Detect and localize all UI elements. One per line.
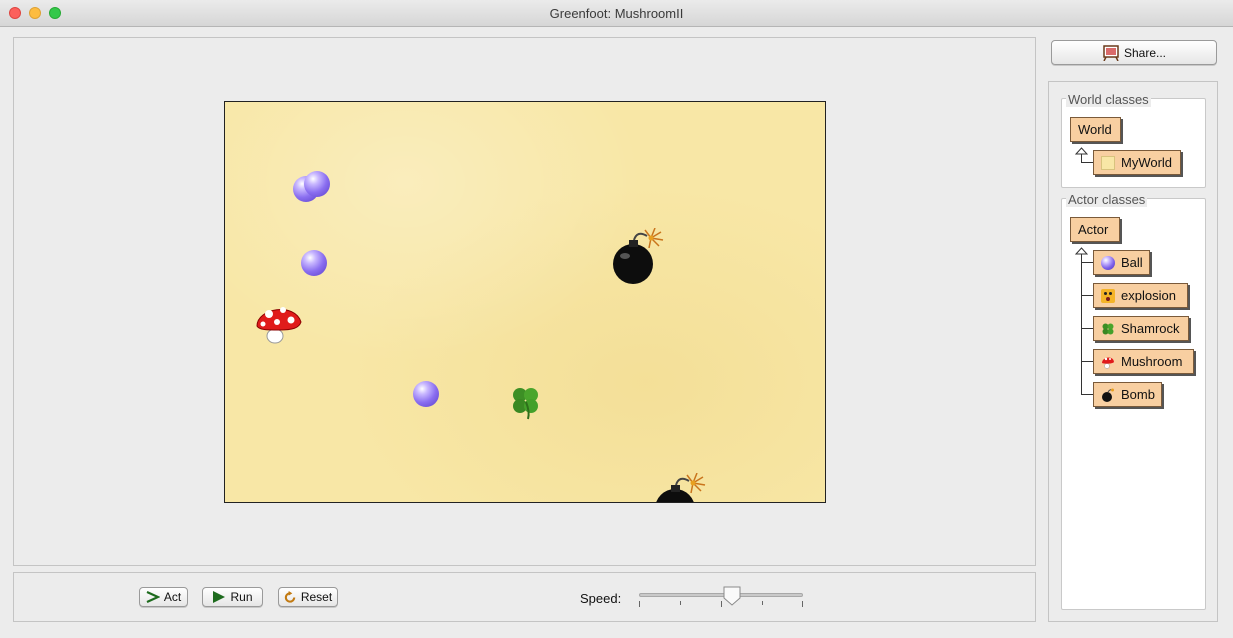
speed-slider-tick [680,601,681,605]
class-myworld-label: MyWorld [1121,155,1173,170]
class-mushroom[interactable]: Mushroom [1093,349,1194,374]
bomb-actor[interactable] [611,228,667,286]
class-explosion-label: explosion [1121,288,1176,303]
reset-label: Reset [300,590,333,604]
class-ball[interactable]: Ball [1093,250,1150,275]
share-icon [1103,44,1119,61]
world-classes-heading: World classes [1066,92,1151,107]
class-mushroom-label: Mushroom [1121,354,1183,369]
class-bomb[interactable]: Bomb [1093,382,1162,407]
speed-slider-tick [721,601,722,607]
share-label: Share... [1123,45,1167,60]
window-title: Greenfoot: MushroomII [549,6,684,21]
ball-actor[interactable] [304,171,330,197]
act-icon [146,591,160,603]
speed-slider-tick [639,601,640,607]
class-shamrock-label: Shamrock [1121,321,1180,336]
title-bar: Greenfoot: MushroomII [0,0,1233,27]
inheritance-line [1081,394,1093,395]
class-explosion[interactable]: explosion [1093,283,1188,308]
act-button[interactable]: Act [139,587,188,607]
class-ball-label: Ball [1121,255,1143,270]
ball-actor[interactable] [413,381,439,407]
actor-classes-heading: Actor classes [1066,192,1148,207]
inheritance-line [1081,295,1093,296]
class-world[interactable]: World [1070,117,1121,142]
speed-slider-thumb[interactable] [723,586,741,606]
class-myworld[interactable]: MyWorld [1093,150,1181,175]
mushroom-actor[interactable] [255,300,303,346]
inheritance-line [1081,254,1082,395]
reset-button[interactable]: Reset [278,587,338,607]
play-icon [213,591,226,603]
class-world-label: World [1078,122,1112,137]
inheritance-arrow-icon [1075,147,1088,155]
act-label: Act [163,590,182,604]
class-actor-label: Actor [1078,222,1109,237]
share-button[interactable]: Share... [1051,40,1217,65]
ball-actor[interactable] [301,250,327,276]
shamrock-actor[interactable] [508,384,544,420]
inheritance-line [1081,262,1093,263]
run-label: Run [230,590,253,604]
mushroom-icon [1102,357,1114,369]
class-actor[interactable]: Actor [1070,217,1120,242]
speed-slider-track [639,593,803,597]
speed-slider[interactable] [639,584,803,612]
inheritance-line [1081,328,1093,329]
bomb-actor[interactable] [653,473,709,503]
class-shamrock[interactable]: Shamrock [1093,316,1189,341]
explosion-icon [1101,288,1115,303]
ball-icon [1101,255,1115,270]
speed-slider-tick [802,601,803,607]
shamrock-icon [1102,323,1114,334]
myworld-image-icon [1101,155,1115,170]
world-canvas[interactable] [224,101,826,503]
inheritance-line [1081,162,1093,163]
bomb-icon [1102,388,1114,402]
reset-icon [284,590,296,603]
class-bomb-label: Bomb [1121,387,1155,402]
speed-slider-tick [762,601,763,605]
speed-label: Speed: [580,591,622,606]
inheritance-line [1081,361,1093,362]
run-button[interactable]: Run [202,587,263,607]
